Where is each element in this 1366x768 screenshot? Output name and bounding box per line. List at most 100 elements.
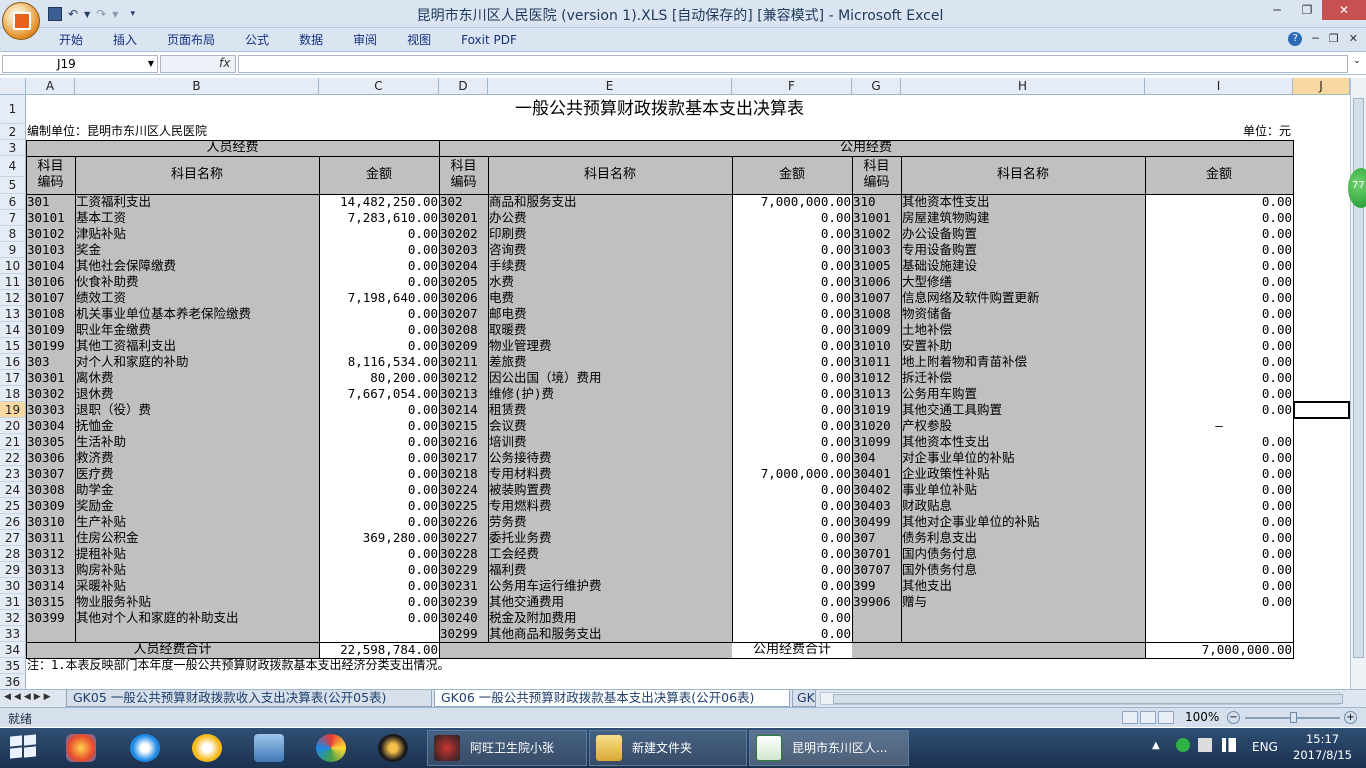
- cell-i14[interactable]: 0.00: [1145, 322, 1293, 338]
- cell-i25[interactable]: 0.00: [1145, 498, 1293, 514]
- save-icon[interactable]: [48, 7, 62, 21]
- cell-e32[interactable]: 税金及附加费用: [488, 610, 732, 626]
- cell-c8[interactable]: 0.00: [319, 226, 439, 242]
- cell-i19[interactable]: 0.00: [1145, 402, 1293, 418]
- cell-i10[interactable]: 0.00: [1145, 258, 1293, 274]
- cell-e28[interactable]: 工会经费: [488, 546, 732, 562]
- cell-g22[interactable]: 304: [852, 450, 901, 466]
- cell-g10[interactable]: 31005: [852, 258, 901, 274]
- name-box-dropdown-icon[interactable]: ▼: [148, 56, 154, 72]
- cell-g7[interactable]: 31001: [852, 210, 901, 226]
- cell-f17[interactable]: 0.00: [732, 370, 852, 386]
- row-header-12[interactable]: 12: [0, 290, 26, 306]
- row-header-7[interactable]: 7: [0, 210, 26, 226]
- row-header-28[interactable]: 28: [0, 546, 26, 562]
- cell-b22[interactable]: 救济费: [75, 450, 319, 466]
- cell-c22[interactable]: 0.00: [319, 450, 439, 466]
- sheet-tab-gk-next[interactable]: GK: [792, 690, 816, 707]
- cell-c31[interactable]: 0.00: [319, 594, 439, 610]
- cell-e21[interactable]: 培训费: [488, 434, 732, 450]
- cell-c26[interactable]: 0.00: [319, 514, 439, 530]
- cell-b10[interactable]: 其他社会保障缴费: [75, 258, 319, 274]
- row-header-5[interactable]: 5: [0, 177, 26, 194]
- cell-c29[interactable]: 0.00: [319, 562, 439, 578]
- cell-b26[interactable]: 生产补贴: [75, 514, 319, 530]
- cell-b13[interactable]: 机关事业单位基本养老保险缴费: [75, 306, 319, 322]
- cell-f23[interactable]: 7,000,000.00: [732, 466, 852, 482]
- horizontal-scroll-thumb[interactable]: [833, 694, 1343, 704]
- cell-d31[interactable]: 30239: [439, 594, 488, 610]
- cell-i13[interactable]: 0.00: [1145, 306, 1293, 322]
- cell-a24[interactable]: 30308: [26, 482, 75, 498]
- row-header-27[interactable]: 27: [0, 530, 26, 546]
- cell-g15[interactable]: 31010: [852, 338, 901, 354]
- cell-i7[interactable]: 0.00: [1145, 210, 1293, 226]
- cell-b24[interactable]: 助学金: [75, 482, 319, 498]
- cell-b7[interactable]: 基本工资: [75, 210, 319, 226]
- cell-f27[interactable]: 0.00: [732, 530, 852, 546]
- cell-h30[interactable]: 其他支出: [901, 578, 1145, 594]
- cell-g6[interactable]: 310: [852, 194, 901, 210]
- cell-d33[interactable]: 30299: [439, 626, 488, 642]
- clock[interactable]: 15:17 2017/8/15: [1293, 731, 1352, 763]
- cell-h33[interactable]: [901, 626, 1145, 642]
- formula-input[interactable]: [238, 55, 1348, 73]
- zoom-slider-knob[interactable]: [1290, 712, 1297, 723]
- cell-g20[interactable]: 31020: [852, 418, 901, 434]
- cell-f9[interactable]: 0.00: [732, 242, 852, 258]
- cell-g12[interactable]: 31007: [852, 290, 901, 306]
- doc-restore-icon[interactable]: ❐: [1329, 32, 1339, 46]
- cell-f11[interactable]: 0.00: [732, 274, 852, 290]
- column-header-b[interactable]: B: [75, 78, 319, 95]
- row-header-20[interactable]: 20: [0, 418, 26, 434]
- cell-f32[interactable]: 0.00: [732, 610, 852, 626]
- cell-d7[interactable]: 30201: [439, 210, 488, 226]
- zoom-in-icon[interactable]: +: [1344, 711, 1357, 724]
- cell-b32[interactable]: 其他对个人和家庭的补助支出: [75, 610, 319, 626]
- cell-c12[interactable]: 7,198,640.00: [319, 290, 439, 306]
- cell-f31[interactable]: 0.00: [732, 594, 852, 610]
- redo-dropdown-icon[interactable]: ▼: [112, 10, 118, 19]
- cell-d29[interactable]: 30229: [439, 562, 488, 578]
- cell-b20[interactable]: 抚恤金: [75, 418, 319, 434]
- cell-a22[interactable]: 30306: [26, 450, 75, 466]
- page-layout-view-icon[interactable]: [1140, 711, 1156, 724]
- cell-f28[interactable]: 0.00: [732, 546, 852, 562]
- row-header-29[interactable]: 29: [0, 562, 26, 578]
- remote-desktop-icon[interactable]: [254, 734, 284, 762]
- cell-h27[interactable]: 债务利息支出: [901, 530, 1145, 546]
- cell-a19[interactable]: 30303: [26, 402, 75, 418]
- cell-c28[interactable]: 0.00: [319, 546, 439, 562]
- cell-g32[interactable]: [852, 610, 901, 626]
- column-header-d[interactable]: D: [439, 78, 488, 95]
- cell-h9[interactable]: 专用设备购置: [901, 242, 1145, 258]
- cell-e31[interactable]: 其他交通费用: [488, 594, 732, 610]
- cell-d23[interactable]: 30218: [439, 466, 488, 482]
- row-header-30[interactable]: 30: [0, 578, 26, 594]
- cell-e33[interactable]: 其他商品和服务支出: [488, 626, 732, 642]
- cell-g18[interactable]: 31013: [852, 386, 901, 402]
- cell-d28[interactable]: 30228: [439, 546, 488, 562]
- cell-c27[interactable]: 369,280.00: [319, 530, 439, 546]
- cell-e9[interactable]: 咨询费: [488, 242, 732, 258]
- cell-b21[interactable]: 生活补助: [75, 434, 319, 450]
- cell-d19[interactable]: 30214: [439, 402, 488, 418]
- cell-c14[interactable]: 0.00: [319, 322, 439, 338]
- cell-g13[interactable]: 31008: [852, 306, 901, 322]
- cell-h17[interactable]: 拆迁补偿: [901, 370, 1145, 386]
- restore-icon[interactable]: ❐: [1292, 0, 1322, 20]
- cell-i27[interactable]: 0.00: [1145, 530, 1293, 546]
- cell-c21[interactable]: 0.00: [319, 434, 439, 450]
- taskbar-item-folder[interactable]: 新建文件夹: [589, 730, 747, 766]
- cell-c13[interactable]: 0.00: [319, 306, 439, 322]
- cell-g9[interactable]: 31003: [852, 242, 901, 258]
- cell-a8[interactable]: 30102: [26, 226, 75, 242]
- row-header-6[interactable]: 6: [0, 194, 26, 210]
- cell-i30[interactable]: 0.00: [1145, 578, 1293, 594]
- row-header-15[interactable]: 15: [0, 338, 26, 354]
- cell-i11[interactable]: 0.00: [1145, 274, 1293, 290]
- cell-b17[interactable]: 离休费: [75, 370, 319, 386]
- cell-i6[interactable]: 0.00: [1145, 194, 1293, 210]
- normal-view-icon[interactable]: [1122, 711, 1138, 724]
- cell-e16[interactable]: 差旅费: [488, 354, 732, 370]
